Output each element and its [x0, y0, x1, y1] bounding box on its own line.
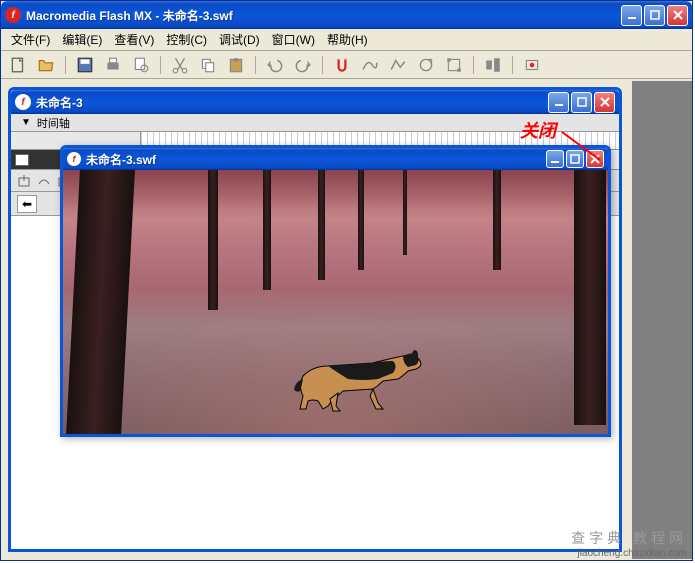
tree	[574, 170, 606, 425]
add-layer-icon[interactable]	[17, 174, 31, 188]
watermark-line1: 查字典 教程网	[571, 529, 687, 547]
maximize-button[interactable]	[644, 5, 665, 26]
menu-help[interactable]: 帮助(H)	[321, 29, 374, 50]
undo-icon[interactable]	[266, 56, 284, 74]
cut-icon[interactable]	[171, 56, 189, 74]
dog-sprite	[288, 331, 433, 416]
layer-icon	[15, 154, 29, 166]
print-icon[interactable]	[104, 56, 122, 74]
flash-app-icon: f	[5, 7, 21, 23]
swf-title-text: 未命名-3.swf	[86, 151, 546, 168]
doc-close-button[interactable]	[594, 92, 615, 113]
redo-icon[interactable]	[294, 56, 312, 74]
back-arrow-button[interactable]: ⬅	[17, 195, 37, 213]
tree	[208, 170, 218, 310]
menu-debug[interactable]: 调试(D)	[213, 29, 266, 50]
menubar: 文件(F) 编辑(E) 查看(V) 控制(C) 调试(D) 窗口(W) 帮助(H…	[1, 29, 692, 51]
toolbar-separator	[473, 56, 474, 74]
timeline-label: 时间轴	[37, 115, 70, 131]
menu-view[interactable]: 查看(V)	[108, 29, 160, 50]
menu-control[interactable]: 控制(C)	[160, 29, 213, 50]
watermark-line2: jiaocheng.chazidian.com	[571, 547, 687, 560]
menu-file[interactable]: 文件(F)	[5, 29, 56, 50]
close-button[interactable]	[667, 5, 688, 26]
forest-foliage	[63, 170, 608, 220]
align-icon[interactable]	[484, 56, 502, 74]
save-icon[interactable]	[76, 56, 94, 74]
swf-preview-window: f 未命名-3.swf	[60, 145, 611, 437]
scale-icon[interactable]	[445, 56, 463, 74]
annotation-arrow	[560, 130, 605, 165]
doc-titlebar: f 未命名-3	[11, 90, 619, 114]
open-file-icon[interactable]	[37, 56, 55, 74]
watermark: 查字典 教程网 jiaocheng.chazidian.com	[571, 529, 687, 560]
toolbar-separator	[255, 56, 256, 74]
tree	[358, 170, 364, 270]
doc-title-text: 未命名-3	[36, 94, 548, 111]
menu-window[interactable]: 窗口(W)	[266, 29, 321, 50]
straighten-icon[interactable]	[389, 56, 407, 74]
debug-icon[interactable]	[523, 56, 541, 74]
tree	[403, 170, 407, 255]
flash-doc-icon: f	[15, 94, 31, 110]
toolbar-separator	[512, 56, 513, 74]
main-title-text: Macromedia Flash MX - 未命名-3.swf	[26, 7, 621, 24]
toolbar-separator	[65, 56, 66, 74]
swf-stage	[63, 170, 608, 434]
annotation-text: 关闭	[520, 117, 556, 143]
minimize-button[interactable]	[621, 5, 642, 26]
tree	[263, 170, 271, 290]
menu-edit[interactable]: 编辑(E)	[56, 29, 108, 50]
copy-icon[interactable]	[199, 56, 217, 74]
doc-window-controls	[548, 92, 615, 113]
swf-titlebar: f 未命名-3.swf	[63, 148, 608, 170]
tree	[493, 170, 501, 270]
toolbar-separator	[322, 56, 323, 74]
rotate-icon[interactable]	[417, 56, 435, 74]
toolbar	[1, 51, 692, 79]
tree	[318, 170, 325, 280]
paste-icon[interactable]	[227, 56, 245, 74]
main-titlebar: f Macromedia Flash MX - 未命名-3.swf	[1, 1, 692, 29]
add-guide-icon[interactable]	[37, 174, 51, 188]
flash-swf-icon: f	[67, 152, 81, 166]
doc-minimize-button[interactable]	[548, 92, 569, 113]
new-file-icon[interactable]	[9, 56, 27, 74]
right-panel-area	[632, 81, 692, 559]
collapse-arrow-icon[interactable]: ▼	[21, 117, 31, 128]
doc-maximize-button[interactable]	[571, 92, 592, 113]
smooth-icon[interactable]	[361, 56, 379, 74]
main-window-controls	[621, 5, 688, 26]
print-preview-icon[interactable]	[132, 56, 150, 74]
toolbar-separator	[160, 56, 161, 74]
snap-icon[interactable]	[333, 56, 351, 74]
